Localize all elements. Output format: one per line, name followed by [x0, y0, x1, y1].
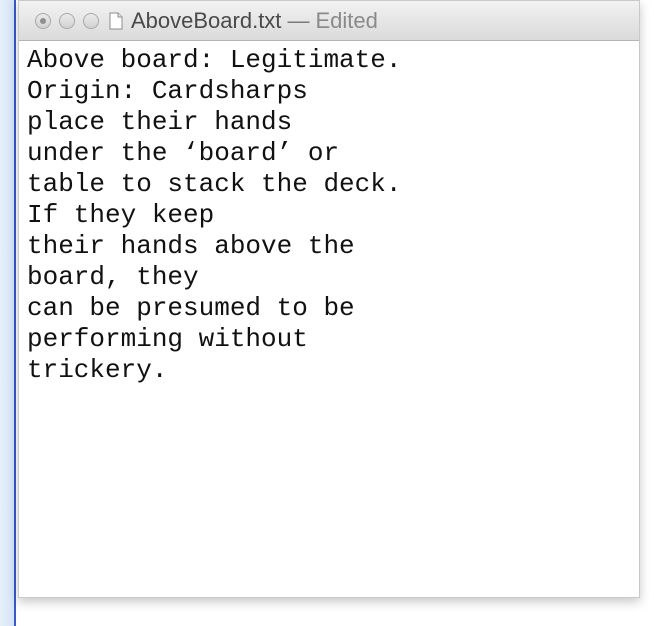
text-document-icon [109, 12, 123, 30]
title-separator: — [287, 8, 310, 33]
close-button-icon[interactable] [35, 13, 51, 29]
window-title[interactable]: AboveBoard.txt — Edited [109, 1, 378, 41]
document-text[interactable]: Above board: Legitimate. Origin: Cardsha… [19, 41, 639, 386]
desktop: AboveBoard.txt — Edited Above board: Leg… [0, 0, 660, 626]
background-window-edge [0, 0, 16, 626]
text-editor-area[interactable]: Above board: Legitimate. Origin: Cardsha… [19, 41, 639, 597]
document-status: Edited [315, 8, 378, 33]
title-bar[interactable]: AboveBoard.txt — Edited [19, 1, 639, 41]
textedit-window: AboveBoard.txt — Edited Above board: Leg… [18, 0, 640, 598]
window-filename: AboveBoard.txt [131, 8, 282, 33]
zoom-button-icon[interactable] [83, 13, 99, 29]
minimize-button-icon[interactable] [59, 13, 75, 29]
